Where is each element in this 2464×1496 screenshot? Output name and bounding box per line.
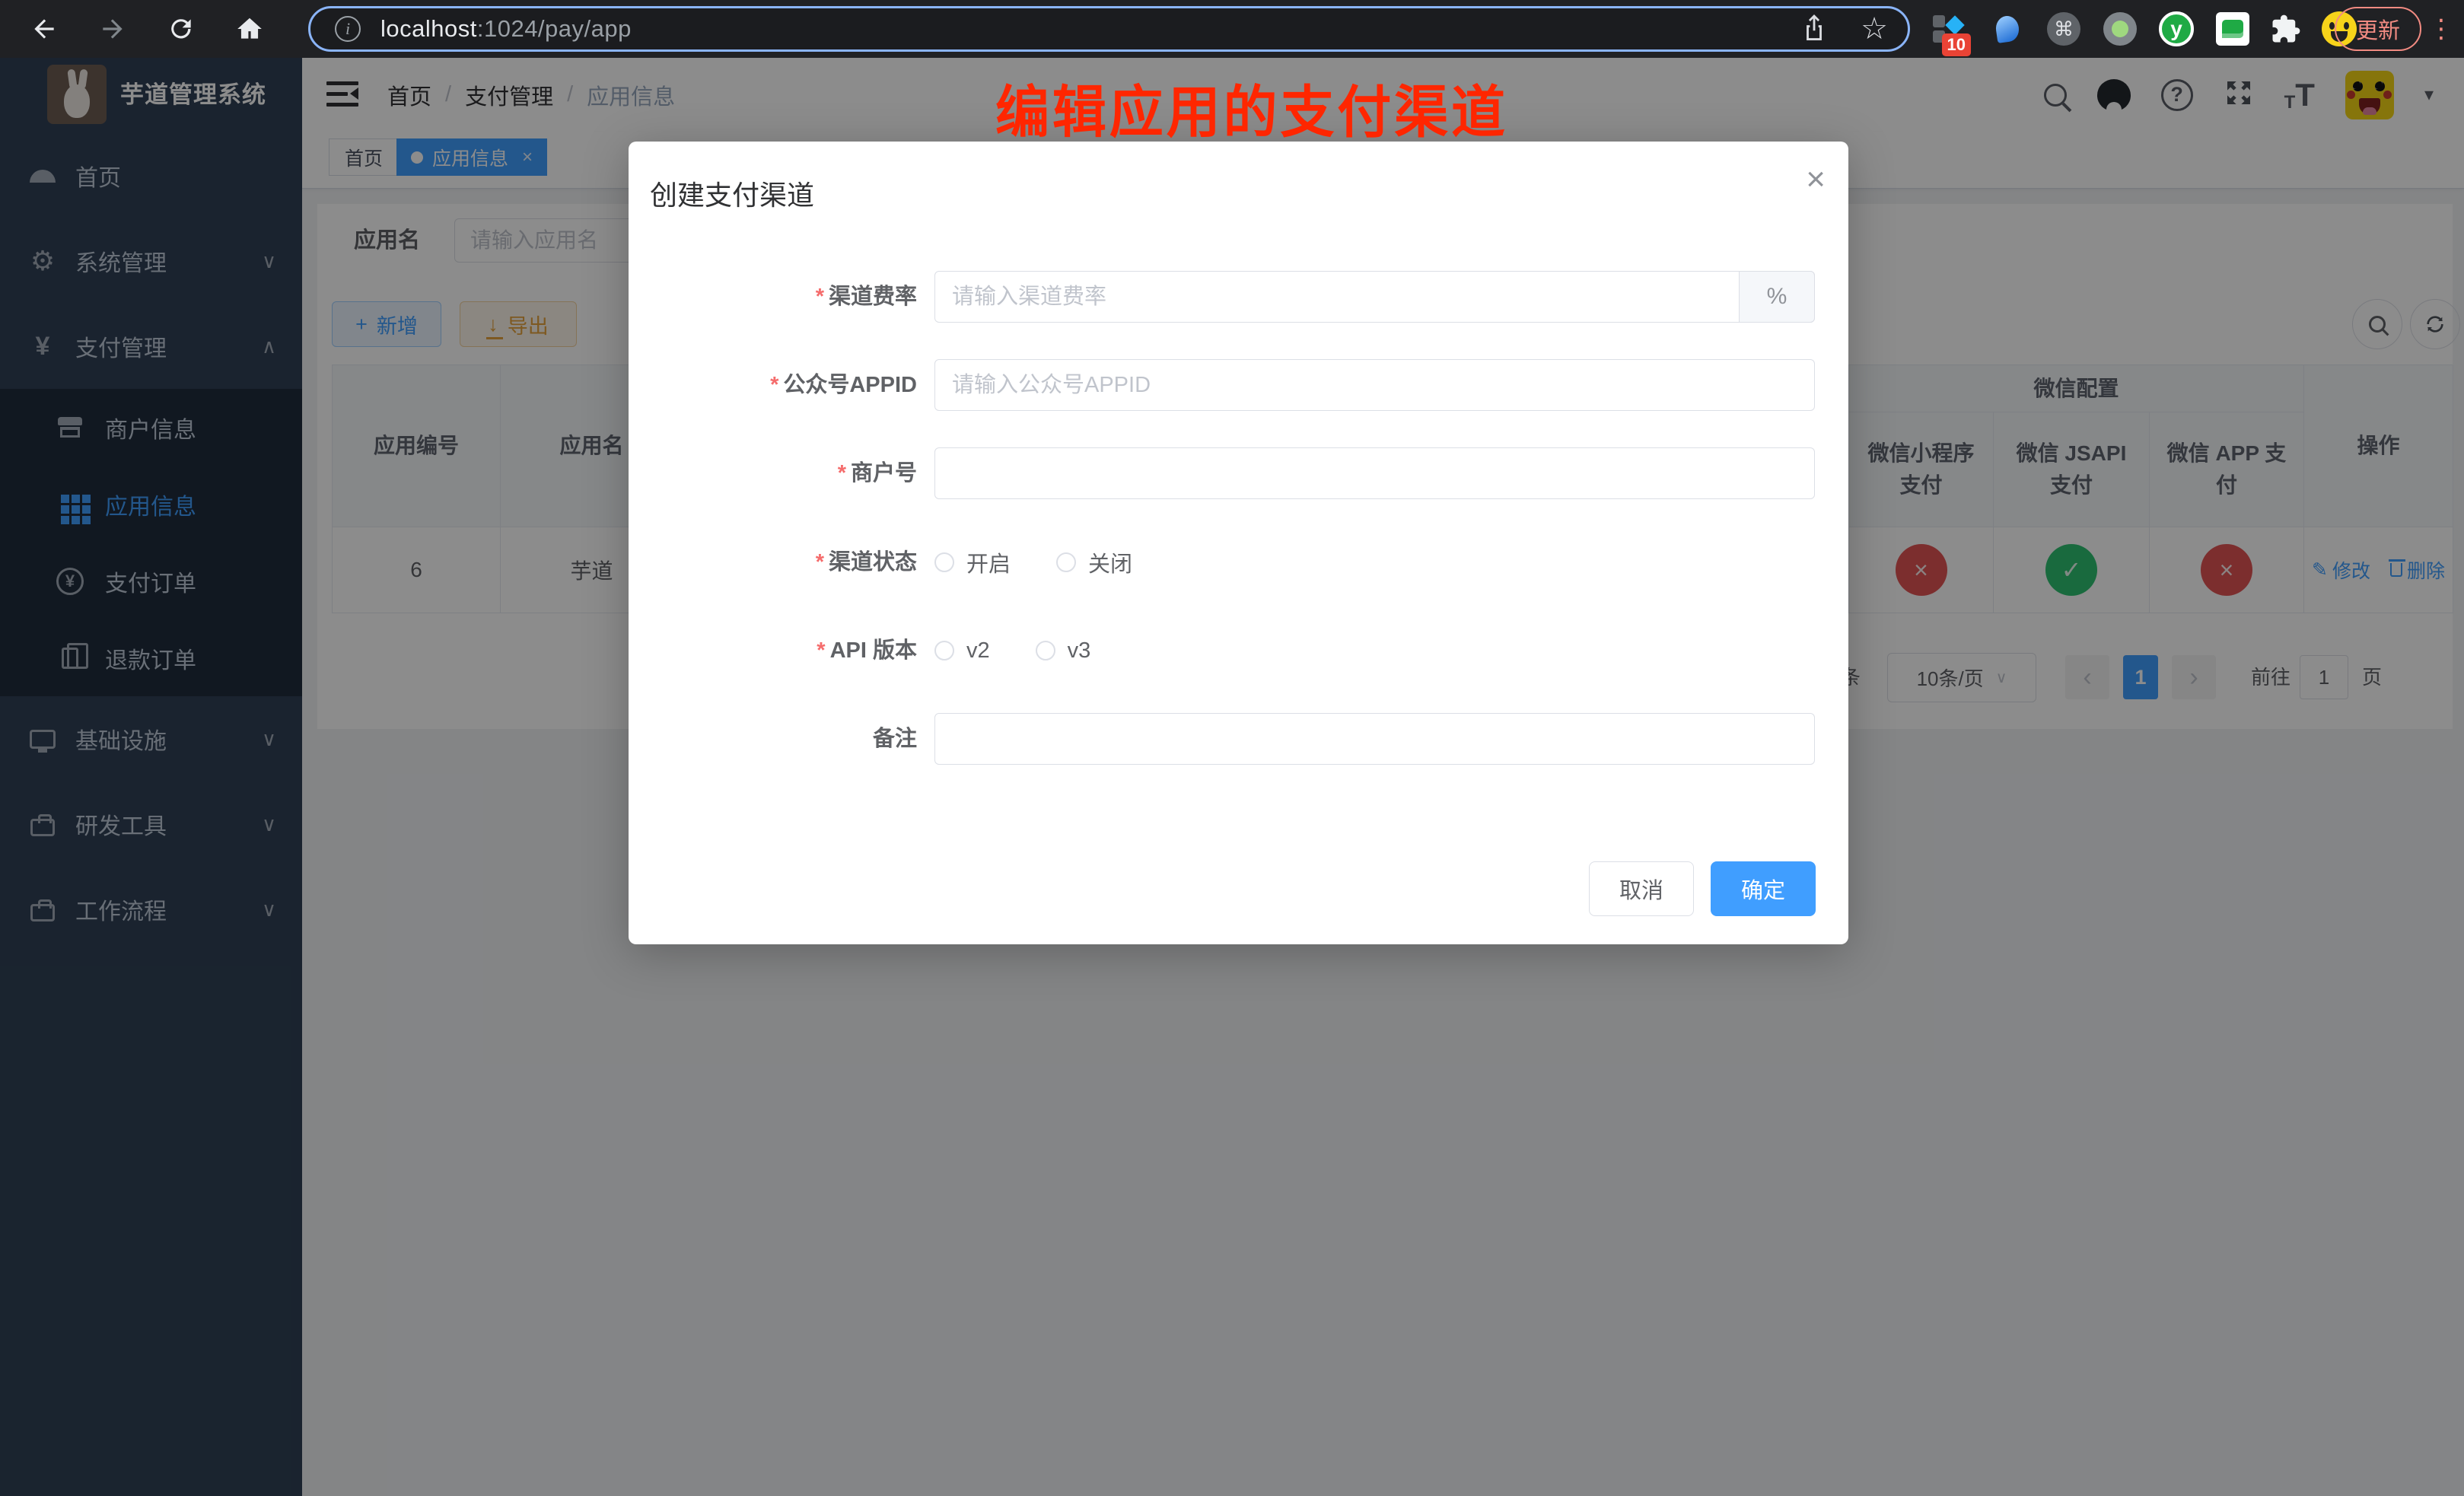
official-appid-input[interactable]	[934, 359, 1815, 411]
required-mark: *	[817, 638, 825, 663]
field-merchant-id: *商户号	[629, 447, 1848, 499]
browser-back-button[interactable]	[21, 0, 67, 58]
browser-home-button[interactable]	[227, 0, 272, 58]
annotation-text: 编辑应用的支付渠道	[995, 67, 1508, 148]
extension-y-icon[interactable]: y	[2152, 0, 2201, 58]
url-bar[interactable]: i localhost:1024/pay/app ☆	[308, 6, 1910, 52]
browser-toolbar: i localhost:1024/pay/app ☆ 10 ⌘ y 更新 ⋮	[0, 0, 2464, 58]
percent-suffix: %	[1739, 271, 1815, 323]
radio-circle-icon	[1056, 552, 1076, 572]
field-channel-rate: *渠道费率 %	[629, 271, 1848, 323]
channel-rate-input[interactable]	[934, 271, 1815, 323]
field-remark: 备注	[629, 713, 1848, 765]
bookmark-star-icon[interactable]: ☆	[1861, 11, 1888, 46]
browser-forward-button[interactable]	[90, 0, 135, 58]
radio-api-v3[interactable]: v3	[1036, 638, 1091, 664]
dialog-close-icon[interactable]: ×	[1806, 163, 1826, 196]
confirm-button[interactable]: 确定	[1711, 861, 1816, 916]
dialog-title: 创建支付渠道	[650, 173, 814, 213]
required-mark: *	[770, 373, 778, 397]
share-icon[interactable]	[1801, 13, 1827, 46]
url-text: localhost:1024/pay/app	[380, 15, 632, 43]
extension-chat-icon[interactable]	[2208, 0, 2257, 58]
merchant-id-input[interactable]	[934, 447, 1815, 499]
browser-reload-button[interactable]	[158, 0, 204, 58]
field-channel-status: *渠道状态 开启 关闭	[629, 536, 1848, 588]
required-mark: *	[838, 461, 846, 485]
create-pay-channel-dialog: 创建支付渠道 × *渠道费率 % *公众号APPID *商户号 *渠道状态 开启…	[629, 142, 1848, 944]
radio-circle-icon	[934, 641, 954, 660]
radio-circle-icon	[934, 552, 954, 572]
radio-circle-icon	[1036, 641, 1055, 660]
remark-input[interactable]	[934, 713, 1815, 765]
extension-badge: 10	[1942, 33, 1971, 56]
cancel-button[interactable]: 取消	[1589, 861, 1694, 916]
field-official-appid: *公众号APPID	[629, 359, 1848, 411]
extension-tabs-icon[interactable]: 10	[1924, 0, 1972, 58]
radio-status-closed[interactable]: 关闭	[1056, 546, 1132, 578]
extensions-puzzle-icon[interactable]	[2262, 0, 2310, 58]
radio-status-open[interactable]: 开启	[934, 546, 1011, 578]
extension-balloon-icon[interactable]	[1983, 0, 2032, 58]
browser-menu-icon[interactable]: ⋮	[2426, 0, 2456, 58]
required-mark: *	[816, 285, 824, 309]
extension-command-icon[interactable]: ⌘	[2039, 0, 2088, 58]
field-api-version: *API 版本 v2 v3	[629, 625, 1848, 676]
browser-update-button[interactable]: 更新	[2335, 7, 2421, 51]
required-mark: *	[816, 550, 824, 575]
site-info-icon[interactable]: i	[335, 16, 361, 42]
extension-recorder-icon[interactable]	[2096, 0, 2144, 58]
radio-api-v2[interactable]: v2	[934, 638, 990, 664]
